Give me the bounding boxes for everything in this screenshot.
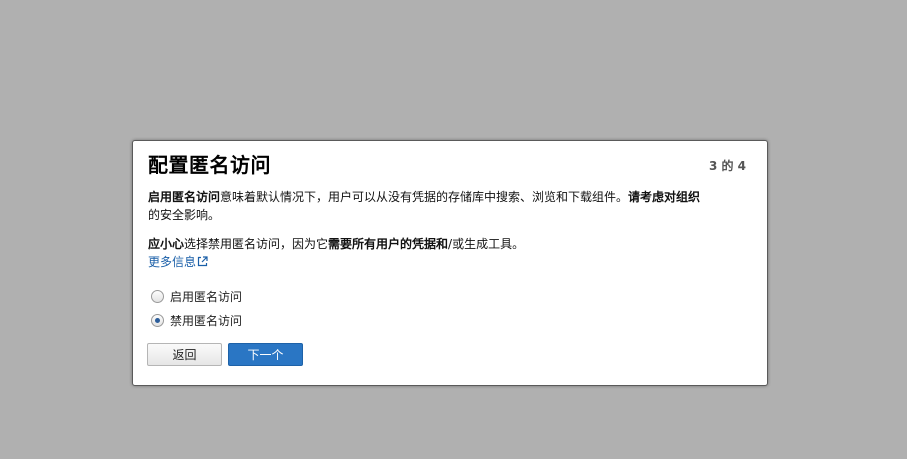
description-text: 意味着默认情况下，用户可以从没有凭据的存储库中搜索、浏览和下载组件。 [220, 190, 629, 204]
warning-bold-mid: 需要所有用户的凭据和 [328, 237, 449, 251]
configure-anonymous-access-dialog: 配置匿名访问 3 的 4 启用匿名访问意味着默认情况下，用户可以从没有凭据的存储… [132, 140, 768, 386]
dialog-title: 配置匿名访问 [148, 153, 271, 177]
radio-enable-anonymous[interactable]: 启用匿名访问 [151, 287, 242, 305]
radio-disable-label: 禁用匿名访问 [170, 313, 243, 328]
warning-text: 选择禁用匿名访问，因为它 [184, 237, 329, 251]
radio-enable-label: 启用匿名访问 [170, 289, 243, 304]
description-paragraph: 启用匿名访问意味着默认情况下，用户可以从没有凭据的存储库中搜索、浏览和下载组件。… [148, 188, 758, 224]
more-info-label: 更多信息 [148, 255, 197, 269]
description-bold-lead: 启用匿名访问 [148, 190, 221, 204]
warning-text-2: /或生成工具。 [448, 237, 525, 251]
radio-button-unchecked[interactable] [151, 289, 164, 303]
radio-disable-anonymous[interactable]: 禁用匿名访问 [151, 311, 242, 329]
description-text-2: 的安全影响。 [148, 208, 221, 222]
next-button[interactable]: 下一个 [228, 343, 303, 366]
description-bold-tail: 请考虑对组织 [628, 190, 701, 204]
back-button[interactable]: 返回 [147, 343, 222, 366]
warning-paragraph: 应小心选择禁用匿名访问，因为它需要所有用户的凭据和/或生成工具。更多信息 [148, 235, 758, 271]
warning-bold-lead: 应小心 [148, 237, 185, 251]
external-link-icon [197, 256, 208, 267]
step-indicator: 3 的 4 [708, 159, 746, 173]
radio-button-checked[interactable] [151, 313, 164, 327]
more-info-link[interactable]: 更多信息 [148, 255, 208, 269]
